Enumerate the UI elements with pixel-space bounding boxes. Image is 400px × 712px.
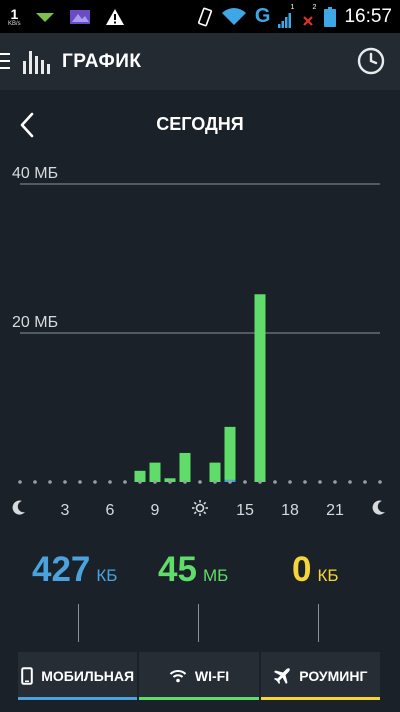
network-speed: 1 KB/s: [8, 7, 21, 27]
hour-dot: [303, 480, 307, 484]
date-label: СЕГОДНЯ: [156, 114, 244, 134]
network-type: G: [254, 5, 271, 27]
drawer-menu-icon[interactable]: [0, 53, 10, 71]
mobile-total-value: 427: [32, 550, 91, 589]
chart-bar: [179, 452, 191, 482]
wifi-status-icon: [221, 7, 246, 25]
hour-dot: [33, 480, 37, 484]
hour-dot: [198, 480, 202, 484]
moon-icon: [372, 500, 385, 515]
clock-icon[interactable]: [356, 46, 386, 76]
vibrate-icon: [197, 7, 212, 26]
hour-dot: [153, 480, 157, 484]
battery-icon: [324, 6, 337, 27]
phone-icon: [21, 667, 34, 685]
x-tick-label: 15: [236, 502, 254, 519]
wifi-icon: [169, 670, 187, 683]
x-tick-label: 6: [106, 502, 115, 519]
sim2-number: 2: [312, 3, 317, 11]
hour-dot: [258, 480, 262, 484]
mobile-total-unit: КБ: [96, 566, 118, 585]
hour-dot: [348, 480, 352, 484]
gridline-label: 40 МБ: [12, 165, 58, 182]
chart-bar: [209, 462, 221, 482]
hour-dot: [213, 480, 217, 484]
sim2-signal: 2: [302, 3, 317, 28]
network-speed-unit: KB/s: [8, 20, 21, 27]
hour-dot: [63, 480, 67, 484]
network-tabs: МОБИЛЬНАЯ WI-FI РОУМИНГ: [18, 652, 380, 700]
x-tick-label: 9: [151, 502, 160, 519]
status-bar: 1 KB/s G 1 2 16:57: [0, 0, 400, 33]
tab-roaming-label: РОУМИНГ: [299, 668, 368, 684]
tab-wifi[interactable]: WI-FI: [139, 652, 259, 700]
tab-roaming-underline: [260, 697, 380, 700]
page-title: ГРАФИК: [62, 51, 142, 72]
hour-dot: [228, 480, 232, 484]
hour-dot: [18, 480, 22, 484]
hour-dot: [138, 480, 142, 484]
tab-roaming[interactable]: РОУМИНГ: [260, 652, 380, 700]
wifi-total: 45 МБ: [158, 550, 228, 590]
tab-mobile-label: МОБИЛЬНАЯ: [41, 668, 135, 684]
tab-wifi-underline: [139, 697, 259, 700]
x-tick-label: 18: [281, 502, 299, 519]
hour-dot: [183, 480, 187, 484]
tab-wifi-label: WI-FI: [194, 668, 230, 684]
sun-ray: [203, 511, 207, 515]
tab-mobile-underline: [18, 697, 138, 700]
hour-dot: [333, 480, 337, 484]
hour-dot: [78, 480, 82, 484]
hour-dot: [363, 480, 367, 484]
weather-icon: [69, 9, 90, 24]
hour-dot: [378, 480, 382, 484]
gridline-label: 20 МБ: [12, 314, 58, 331]
moon-icon: [12, 500, 25, 515]
sun-ray: [193, 511, 197, 515]
hour-dot: [243, 480, 247, 484]
hour-dot: [288, 480, 292, 484]
traffic-totals: 427 КБ 45 МБ 0 КБ: [0, 550, 400, 600]
no-signal-icon: [303, 15, 314, 26]
signal-icon: [278, 12, 292, 28]
chart-bar: [224, 426, 236, 482]
x-tick-label: 3: [61, 502, 70, 519]
clock-time: 16:57: [344, 5, 392, 27]
hour-dot: [48, 480, 52, 484]
divider: [198, 604, 199, 642]
airplane-icon: [274, 668, 291, 684]
chart-bar: [254, 294, 266, 482]
network-speed-value: 1: [10, 5, 19, 22]
hour-dot: [273, 480, 277, 484]
download-arrow-icon: [35, 12, 54, 22]
mobile-total: 427 КБ: [32, 550, 117, 590]
hour-dot: [93, 480, 97, 484]
sim1-signal: 1: [278, 3, 295, 28]
traffic-chart: 40 МБ 20 МБ 3 6 9 15 18 21: [12, 165, 385, 519]
hour-dot: [108, 480, 112, 484]
bar-chart-icon: [23, 51, 50, 74]
sim1-number: 1: [290, 3, 295, 11]
divider: [318, 604, 319, 642]
sun-ray: [193, 501, 197, 505]
sun-ray: [203, 501, 207, 505]
roaming-total-unit: КБ: [317, 566, 339, 585]
wifi-total-value: 45: [158, 550, 197, 589]
roaming-total: 0 КБ: [292, 550, 339, 590]
hour-dot: [318, 480, 322, 484]
roaming-total-value: 0: [292, 550, 312, 589]
warning-icon: [105, 8, 124, 25]
hour-dot: [168, 480, 172, 484]
divider: [78, 604, 79, 642]
wifi-total-unit: МБ: [202, 566, 229, 585]
chart-bar: [149, 462, 161, 482]
sun-icon: [195, 503, 205, 513]
app-bar: ГРАФИК: [0, 33, 400, 90]
tab-mobile[interactable]: МОБИЛЬНАЯ: [18, 652, 138, 700]
hour-dot: [123, 480, 127, 484]
x-tick-label: 21: [326, 502, 344, 519]
